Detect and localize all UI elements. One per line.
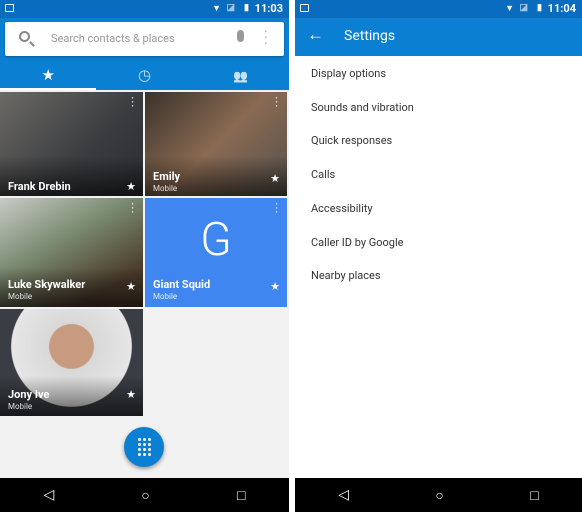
settings-item[interactable]: Display options [311,67,386,80]
back-icon[interactable]: ◁ [44,487,55,503]
contact-tile-emily[interactable]: · · · Emily Mobile ★ [145,92,287,196]
settings-item[interactable]: Caller ID by Google [311,236,404,249]
tab-recents[interactable]: ◷ [96,60,192,90]
more-icon[interactable]: · · · [131,92,134,112]
no-sim-icon: ◪ [519,3,528,13]
search-input[interactable]: Search contacts & places · · · [5,22,284,56]
navigation-bar: ◁ ○ □ [0,478,289,512]
contact-name: Frank Drebin [8,180,71,193]
dialpad-button[interactable] [124,427,164,467]
tab-contacts[interactable]: 👥 [193,60,289,90]
star-icon: ★ [41,66,55,84]
search-icon [19,31,30,42]
toolbar: ← Settings [295,18,582,56]
more-options-icon[interactable]: · · · [264,25,268,51]
settings-item[interactable]: Quick responses [311,134,392,147]
star-icon[interactable]: ★ [270,172,280,185]
navigation-bar: ◁ ○ □ [295,478,582,512]
contact-name: Emily [153,170,181,183]
star-icon[interactable]: ★ [126,180,136,193]
contact-tile-giant-squid[interactable]: · · · G Giant Squid Mobile ★ [145,198,287,307]
contact-name: Jony Ive [8,388,50,401]
home-icon[interactable]: ○ [141,487,149,504]
clock: 11:03 [254,2,283,15]
settings-item[interactable]: Accessibility [311,202,373,215]
tab-favorites[interactable]: ★ [0,60,97,90]
contact-tile-jony-ive[interactable]: Jony Ive Mobile ★ [0,309,143,416]
contact-tile-luke-skywalker[interactable]: · · · Luke Skywalker Mobile ★ [0,198,143,307]
contact-phone-type: Mobile [153,184,178,193]
contact-name: Luke Skywalker [8,278,86,291]
battery-icon: ▮ [537,3,542,13]
more-icon[interactable]: · · · [275,92,278,112]
no-sim-icon: ◪ [226,3,235,13]
contact-name: Giant Squid [153,278,211,291]
header: Search contacts & places · · · ★ ◷ 👥 [0,18,289,90]
recent-apps-icon[interactable]: □ [237,487,245,504]
settings-item[interactable]: Calls [311,168,335,181]
clock-icon: ◷ [137,66,152,84]
settings-item[interactable]: Nearby places [311,269,381,282]
more-icon[interactable]: · · · [131,198,134,218]
notification-image-icon [300,4,309,12]
settings-screen: ▼ ◪ ▮ 11:04 ← Settings Display options So… [295,0,582,512]
status-bar: ▼ ◪ ▮ 11:03 [0,0,289,18]
home-icon[interactable]: ○ [435,487,443,504]
contact-phone-type: Mobile [8,292,33,301]
settings-item[interactable]: Sounds and vibration [311,101,414,114]
contacts-screen: ▼ ◪ ▮ 11:03 Search contacts & places · · ·… [0,0,289,512]
recent-apps-icon[interactable]: □ [530,487,538,504]
back-arrow-icon[interactable]: ← [307,25,324,45]
clock: 11:04 [547,2,576,15]
page-title: Settings [344,28,396,44]
star-icon[interactable]: ★ [270,280,280,293]
tab-bar: ★ ◷ 👥 [0,60,289,90]
microphone-icon[interactable] [237,30,244,42]
star-icon[interactable]: ★ [126,280,136,293]
contact-phone-type: Mobile [153,292,178,301]
status-bar: ▼ ◪ ▮ 11:04 [295,0,582,18]
search-placeholder: Search contacts & places [51,32,175,45]
people-icon: 👥 [233,69,249,83]
contact-tile-frank-drebin[interactable]: · · · Frank Drebin ★ [0,92,143,196]
wifi-icon: ▼ [212,4,221,14]
wifi-icon: ▼ [505,4,514,14]
contact-phone-type: Mobile [8,402,33,411]
battery-icon: ▮ [244,3,249,13]
contact-initial: G [200,213,232,267]
back-icon[interactable]: ◁ [338,487,349,503]
star-icon[interactable]: ★ [126,388,136,401]
notification-image-icon [5,4,14,12]
